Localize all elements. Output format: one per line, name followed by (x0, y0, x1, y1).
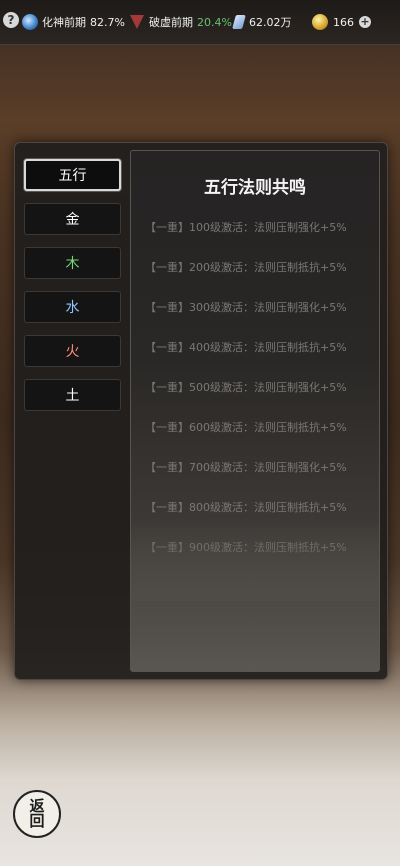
realm-orb-icon (22, 14, 38, 30)
tribulation-name: 破虚前期 (149, 16, 193, 29)
effect-row: 【一重】100级激活：法则压制强化+5% (145, 221, 347, 234)
tab-wuxing[interactable]: 五行 (24, 159, 121, 191)
spirit-stone-value: 62.02万 (249, 16, 292, 29)
effect-row: 【一重】700级激活：法则压制强化+5% (145, 461, 347, 474)
effect-row: 【一重】300级激活：法则压制强化+5% (145, 301, 347, 314)
add-gold-button[interactable]: + (359, 16, 371, 28)
effect-row: 【一重】200级激活：法则压制抵抗+5% (145, 261, 347, 274)
effect-row: 【一重】800级激活：法则压制抵抗+5% (145, 501, 347, 514)
tab-water[interactable]: 水 (24, 291, 121, 323)
mountain-mist-decoration (131, 521, 379, 601)
realm-progress: 82.7% (90, 15, 125, 29)
tribulation-icon (130, 15, 144, 29)
spirit-stone-counter: 62.02万 (232, 13, 292, 31)
tab-wood[interactable]: 木 (24, 247, 121, 279)
tab-fire[interactable]: 火 (24, 335, 121, 367)
effect-row: 【一重】500级激活：法则压制强化+5% (145, 381, 347, 394)
five-elements-panel: 五行金木水火土 五行法则共鸣 【一重】100级激活：法则压制强化+5% 【一重】2… (14, 142, 388, 680)
spirit-stone-icon (232, 15, 246, 29)
cultivation-realm[interactable]: 化神前期 82.7% (22, 13, 125, 31)
tab-earth[interactable]: 土 (24, 379, 121, 411)
realm-name: 化神前期 (42, 16, 86, 29)
resonance-content: 五行法则共鸣 【一重】100级激活：法则压制强化+5% 【一重】200级激活：法则… (130, 150, 380, 672)
resonance-title: 五行法则共鸣 (204, 178, 306, 198)
tribulation-status[interactable]: 破虚前期 20.4% (130, 13, 232, 31)
back-label-2: 回 (29, 812, 45, 830)
gold-value: 166 (333, 15, 354, 29)
gold-counter: 166 + (312, 13, 371, 31)
gold-coin-icon (312, 14, 328, 30)
effect-row: 【一重】600级激活：法则压制抵抗+5% (145, 421, 347, 434)
top-status-bar: ? 化神前期 82.7% 破虚前期 20.4% 62.02万 166 + (0, 0, 400, 45)
tab-metal[interactable]: 金 (24, 203, 121, 235)
effect-row: 【一重】400级激活：法则压制抵抗+5% (145, 341, 347, 354)
help-button[interactable]: ? (3, 12, 19, 28)
back-button[interactable]: 返 回 (13, 790, 61, 838)
tribulation-progress: 20.4% (197, 15, 232, 29)
